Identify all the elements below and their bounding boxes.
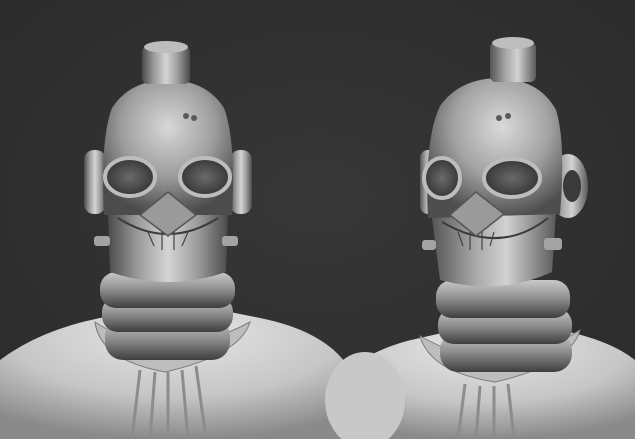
front-view-ear-left: [84, 150, 106, 214]
three-quarter-view-eye-left: [422, 156, 462, 200]
front-view-ear-right: [230, 150, 252, 214]
three-quarter-view-bolt-right: [544, 238, 562, 250]
three-quarter-view-rivet: [505, 113, 511, 119]
front-view-rivet: [191, 115, 197, 121]
front-view-antenna-top: [144, 41, 188, 53]
front-view-bolt-left: [94, 236, 110, 246]
three-quarter-view-bolt-left: [422, 240, 436, 250]
front-view-rivet: [183, 113, 189, 119]
three-quarter-view-ear-hole: [563, 170, 581, 202]
three-quarter-view-neck-ring-1: [436, 280, 570, 318]
three-quarter-view-eye-right: [482, 157, 542, 199]
three-quarter-view-jaw: [432, 212, 556, 287]
front-view-bolt-right: [222, 236, 238, 246]
three-quarter-view-antenna-top: [492, 37, 534, 49]
render-viewport: [0, 0, 635, 439]
three-quarter-view-rivet: [496, 115, 502, 121]
front-view-eye-left: [103, 156, 157, 198]
front-view-eye-right: [178, 156, 232, 198]
